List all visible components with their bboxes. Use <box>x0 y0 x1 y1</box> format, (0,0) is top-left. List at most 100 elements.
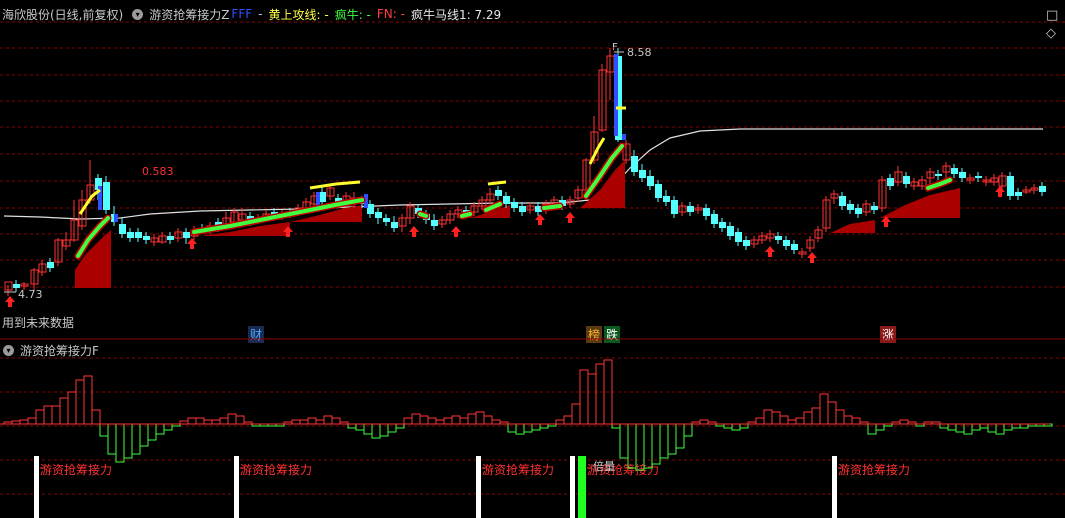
blue-marker <box>316 192 320 206</box>
volume-area <box>880 188 960 218</box>
histogram-bar <box>187 417 197 425</box>
histogram-bar <box>771 411 781 425</box>
green-bull-line <box>542 204 562 210</box>
histogram-bar <box>875 423 885 431</box>
candle-body <box>783 240 790 246</box>
histogram-bar <box>35 409 45 425</box>
yellow-attack-line <box>487 180 507 186</box>
histogram-bar <box>43 405 53 425</box>
histogram-bar <box>291 419 301 425</box>
candle-body <box>935 174 942 176</box>
histogram-bar <box>627 423 637 469</box>
histogram-bar <box>83 375 93 425</box>
histogram-bar <box>355 423 365 431</box>
histogram-bar <box>795 417 805 425</box>
candle-body <box>1015 192 1022 196</box>
histogram-bar <box>643 423 653 469</box>
histogram-bar <box>803 411 813 425</box>
ma-line <box>3 128 1043 220</box>
red-up-arrow <box>535 214 545 225</box>
candle-body <box>383 218 390 222</box>
histogram-bar <box>555 419 565 425</box>
histogram-bar <box>211 419 221 425</box>
candle-body <box>1039 186 1046 192</box>
candle-body <box>127 232 134 238</box>
blue-marker <box>114 214 118 222</box>
candle-body <box>735 232 742 242</box>
candle-body <box>431 220 438 226</box>
histogram-bar <box>1003 423 1013 431</box>
histogram-bar <box>635 423 645 471</box>
candle-body <box>887 178 894 186</box>
histogram-bar <box>699 419 709 425</box>
histogram-bar <box>811 407 821 425</box>
candle-body <box>631 156 638 172</box>
candle-body <box>367 204 374 214</box>
histogram-bar <box>403 417 413 425</box>
histogram-bar <box>299 419 309 425</box>
histogram-bar <box>763 409 773 425</box>
histogram-bar <box>563 415 573 425</box>
histogram-bar <box>451 415 461 425</box>
kline-chart[interactable] <box>0 0 1065 518</box>
histogram-bar <box>987 423 997 433</box>
histogram-bar <box>323 415 333 425</box>
signal-bar <box>234 456 239 518</box>
histogram-bar <box>219 417 229 425</box>
histogram-bar <box>467 413 477 425</box>
histogram-bar <box>203 419 213 425</box>
candle-body <box>639 170 646 178</box>
candle-body <box>871 206 878 210</box>
volume-area <box>830 220 875 233</box>
signal-bar <box>570 456 575 518</box>
candle-body <box>647 176 654 186</box>
signal-bar <box>34 456 39 518</box>
candle-body <box>959 172 966 178</box>
histogram-bar <box>787 419 797 425</box>
candle-body <box>671 200 678 214</box>
candle-body <box>975 176 982 178</box>
candle-body <box>743 240 750 246</box>
candle-body <box>727 226 734 236</box>
red-up-arrow <box>565 212 575 223</box>
histogram-bar <box>835 409 845 425</box>
green-signal-bar <box>578 456 586 518</box>
histogram-bar <box>419 415 429 425</box>
candle-body <box>135 232 142 238</box>
histogram-bar <box>59 397 69 425</box>
histogram-bar <box>331 417 341 425</box>
signal-bar <box>832 456 837 518</box>
histogram-bar <box>459 417 469 425</box>
candle-body <box>839 196 846 206</box>
histogram-bar <box>523 423 533 433</box>
histogram-bar <box>659 423 669 459</box>
histogram-bar <box>91 409 101 425</box>
histogram-bar <box>163 423 173 431</box>
histogram-bar <box>619 423 629 459</box>
histogram-bar <box>971 423 981 431</box>
histogram-bar <box>899 419 909 425</box>
histogram-bar <box>427 417 437 425</box>
candle-body <box>119 224 126 234</box>
blue-marker <box>622 134 626 140</box>
histogram-bar <box>435 419 445 425</box>
histogram-bar <box>131 423 141 455</box>
candle-body <box>495 190 502 196</box>
histogram-bar <box>123 423 133 459</box>
candle-body <box>319 192 326 202</box>
histogram-bar <box>571 403 581 425</box>
histogram-bar <box>731 423 741 431</box>
histogram-bar <box>579 369 589 425</box>
histogram-bar <box>531 423 541 431</box>
histogram-bar <box>827 401 837 425</box>
histogram-bar <box>779 415 789 425</box>
candle-body <box>951 168 958 174</box>
candle-body <box>663 196 670 202</box>
histogram-bar <box>955 423 965 433</box>
histogram-bar <box>387 423 397 433</box>
red-up-arrow <box>765 246 775 257</box>
candle-body <box>855 208 862 214</box>
histogram-bar <box>443 417 453 425</box>
histogram-bar <box>307 417 317 425</box>
red-up-arrow <box>187 238 197 249</box>
